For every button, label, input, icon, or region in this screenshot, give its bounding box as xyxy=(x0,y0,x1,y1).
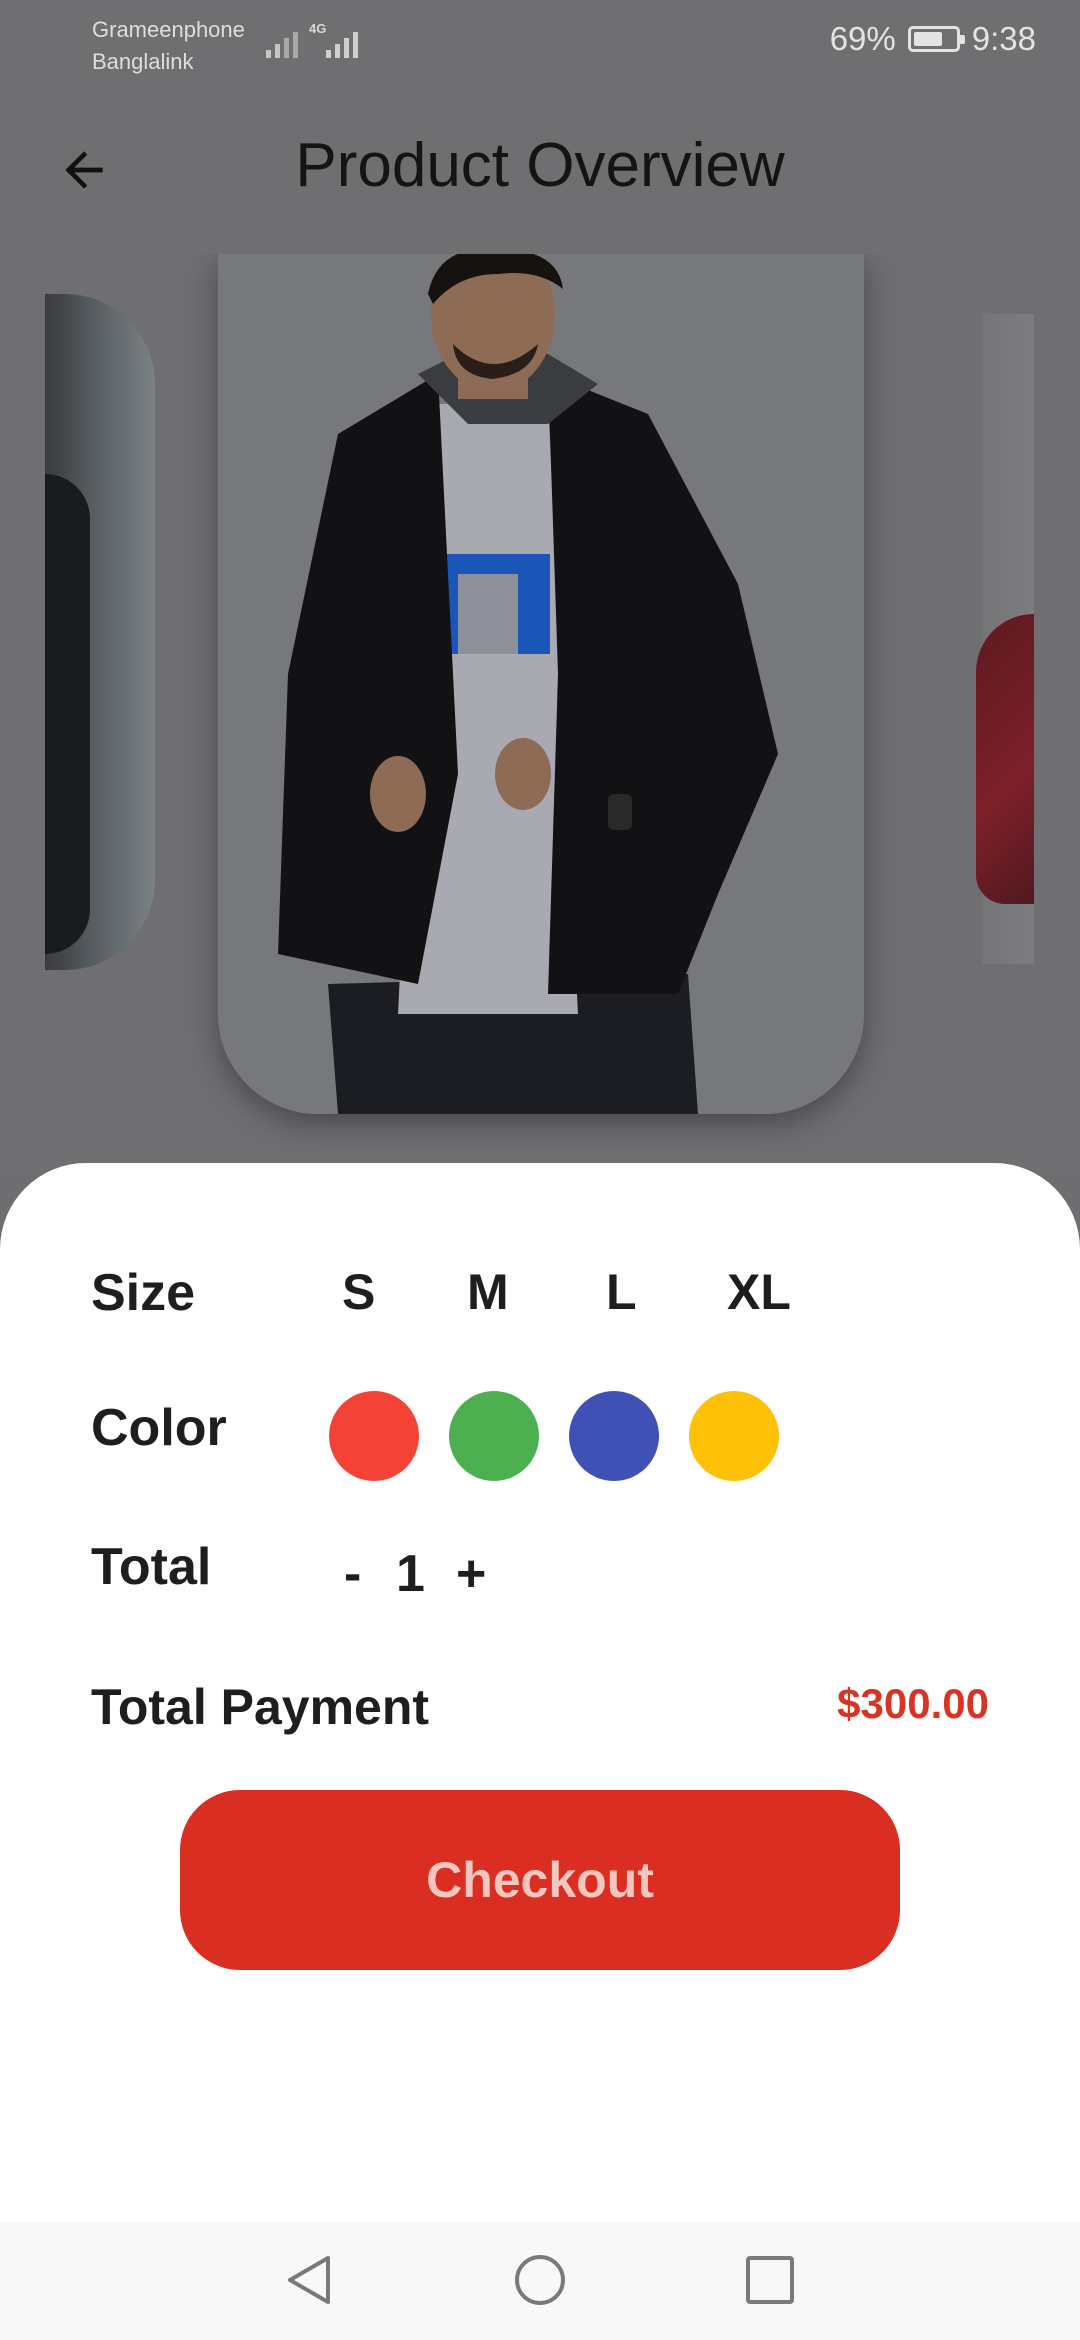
size-option-l[interactable]: L xyxy=(606,1263,637,1321)
nav-back-button[interactable] xyxy=(278,2250,338,2310)
size-option-m[interactable]: M xyxy=(467,1263,509,1321)
color-swatch-blue[interactable] xyxy=(569,1391,659,1481)
product-image-next[interactable] xyxy=(976,314,1034,964)
product-carousel[interactable] xyxy=(0,254,1080,1174)
nav-home-button[interactable] xyxy=(510,2250,570,2310)
checkout-label: Checkout xyxy=(426,1852,654,1908)
status-right: 69% 9:38 xyxy=(830,20,1036,58)
decrement-button[interactable]: - xyxy=(344,1544,361,1604)
system-nav-bar xyxy=(0,2222,1080,2340)
color-swatch-green[interactable] xyxy=(449,1391,539,1481)
nav-recents-button[interactable] xyxy=(740,2250,800,2310)
battery-percent: 69% xyxy=(829,20,896,57)
size-label: Size xyxy=(91,1264,196,1322)
checkout-button[interactable]: Checkout xyxy=(180,1790,900,1970)
product-image-current[interactable] xyxy=(218,254,864,1114)
battery-icon xyxy=(907,26,965,52)
back-triangle-icon xyxy=(288,2256,330,2304)
total-payment-amount: $300.00 xyxy=(837,1680,989,1727)
carrier-2: Banglalink xyxy=(92,49,194,74)
total-payment-label: Total Payment xyxy=(91,1679,430,1735)
color-label: Color xyxy=(91,1399,227,1457)
product-photo xyxy=(218,254,864,1114)
signal-icon xyxy=(326,24,358,58)
home-circle-icon xyxy=(515,2255,565,2305)
page-title: Product Overview xyxy=(295,131,785,200)
size-option-xl[interactable]: XL xyxy=(727,1263,791,1321)
app-bar: Product Overview xyxy=(0,86,1080,254)
status-bar: Grameenphone Banglalink 4G 69% 9:38 xyxy=(0,0,1080,86)
total-label: Total xyxy=(91,1538,212,1596)
size-option-s[interactable]: S xyxy=(342,1263,375,1321)
color-swatch-red[interactable] xyxy=(329,1391,419,1481)
quantity-value: 1 xyxy=(396,1545,425,1603)
network-type: 4G xyxy=(309,21,327,36)
carrier-names: Grameenphone Banglalink xyxy=(92,14,245,78)
product-image-previous[interactable] xyxy=(45,294,155,970)
recents-square-icon xyxy=(746,2256,794,2304)
signal-icon xyxy=(266,24,298,58)
product-details-sheet: Size S M L XL Color Total - 1 + Total Pa… xyxy=(0,1163,1080,2223)
color-swatch-yellow[interactable] xyxy=(689,1391,779,1481)
increment-button[interactable]: + xyxy=(456,1544,486,1604)
clock: 9:38 xyxy=(971,20,1036,57)
carrier-1: Grameenphone xyxy=(92,17,245,42)
